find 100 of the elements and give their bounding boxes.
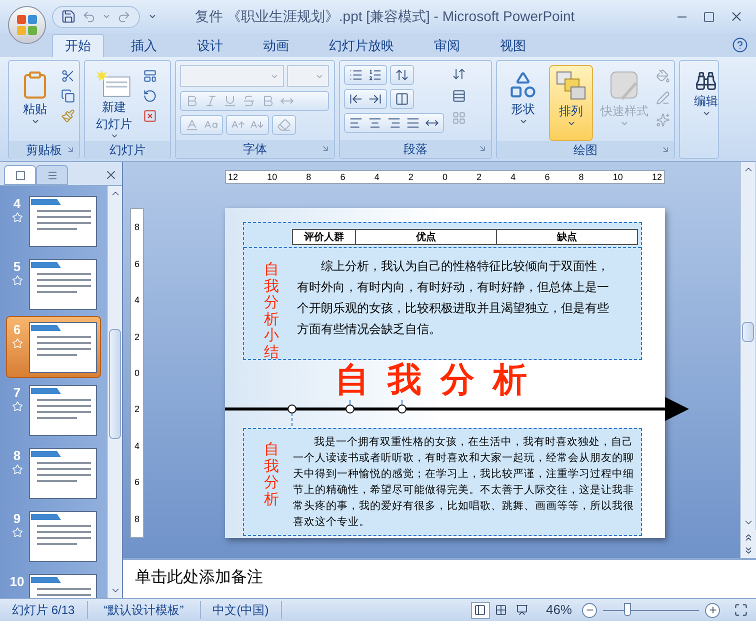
ribbon-tab[interactable]: 动画 bbox=[250, 34, 302, 57]
slide-thumbnail[interactable] bbox=[29, 448, 97, 499]
save-icon[interactable] bbox=[61, 9, 76, 24]
reset-icon[interactable] bbox=[143, 89, 157, 103]
normal-view-icon bbox=[474, 604, 486, 616]
shapes-icon bbox=[508, 70, 538, 100]
slide-thumbnail[interactable] bbox=[29, 511, 97, 562]
slide-thumbnail[interactable] bbox=[29, 385, 97, 436]
text-direction-icon[interactable] bbox=[452, 67, 466, 81]
previous-slide-icon[interactable] bbox=[743, 532, 754, 543]
caret-icon bbox=[702, 109, 710, 118]
ribbon-tab[interactable]: 幻灯片放映 bbox=[316, 34, 407, 57]
line-spacing-icon[interactable] bbox=[395, 68, 409, 82]
close-icon[interactable] bbox=[104, 168, 118, 182]
ruler-number: 8 bbox=[578, 172, 584, 182]
cut-icon[interactable] bbox=[61, 69, 75, 83]
maximize-icon[interactable] bbox=[703, 10, 715, 22]
group-label: 字体 bbox=[243, 141, 267, 158]
caret-icon bbox=[566, 119, 576, 128]
paste-button[interactable]: 粘贴 bbox=[13, 65, 57, 141]
caret-icon bbox=[30, 117, 40, 126]
delete-slide-icon[interactable] bbox=[143, 109, 157, 123]
ruler-number: 6 bbox=[544, 172, 550, 182]
editing-button[interactable]: 编辑 bbox=[684, 65, 728, 141]
ruler-number: 2 bbox=[134, 404, 140, 414]
copy-icon[interactable] bbox=[61, 89, 75, 103]
ribbon-tab[interactable]: 视图 bbox=[487, 34, 539, 57]
scroll-thumb[interactable] bbox=[109, 329, 121, 439]
caret-icon bbox=[102, 12, 111, 21]
numbering-icon[interactable] bbox=[368, 68, 382, 82]
align-left-icon[interactable] bbox=[349, 116, 363, 130]
slide-number: 6 bbox=[13, 322, 21, 338]
arrange-button[interactable]: 排列 bbox=[549, 65, 593, 141]
lines-icon bbox=[46, 170, 58, 180]
align-text-icon[interactable] bbox=[452, 89, 466, 103]
shapes-button[interactable]: 形状 bbox=[501, 65, 545, 141]
ruler-number: 2 bbox=[408, 172, 414, 182]
ruler-number: 2 bbox=[134, 332, 140, 342]
outline-tab[interactable] bbox=[36, 165, 68, 185]
ribbon-tab[interactable]: 开始 bbox=[52, 34, 104, 57]
ruler-number: 10 bbox=[267, 172, 278, 182]
help-icon[interactable] bbox=[732, 37, 748, 53]
dialog-launcher-icon[interactable] bbox=[321, 144, 330, 153]
overlapping-squares-icon bbox=[555, 70, 587, 102]
brush-square-icon bbox=[608, 70, 640, 102]
slide-number: 5 bbox=[13, 259, 21, 275]
scrollbar[interactable] bbox=[740, 162, 755, 530]
side-label: 自我分析 bbox=[264, 442, 279, 510]
slide-thumbnail[interactable] bbox=[29, 322, 97, 373]
dialog-launcher-icon[interactable] bbox=[661, 145, 670, 154]
ruler-number: 10 bbox=[612, 172, 623, 182]
scrollbar[interactable] bbox=[107, 186, 122, 598]
caret-icon bbox=[148, 12, 157, 21]
next-slide-icon[interactable] bbox=[743, 545, 754, 556]
notes-field[interactable]: 单击此处添加备注 bbox=[123, 558, 756, 598]
justify-icon[interactable] bbox=[406, 116, 420, 130]
caret-icon bbox=[110, 132, 118, 140]
new-slide-button[interactable]: 新建 幻灯片 bbox=[89, 65, 139, 141]
columns-icon[interactable] bbox=[395, 92, 409, 106]
ribbon-tab[interactable]: 插入 bbox=[118, 34, 170, 57]
close-icon[interactable] bbox=[729, 9, 744, 24]
language: 中文(中国) bbox=[200, 601, 282, 619]
ribbon-tab[interactable]: 审阅 bbox=[421, 34, 473, 57]
zoom-in-button[interactable] bbox=[705, 602, 720, 618]
align-right-icon[interactable] bbox=[387, 116, 401, 130]
ruler-number: 8 bbox=[306, 172, 312, 182]
slide-thumbnail[interactable] bbox=[29, 196, 97, 247]
ruler-number: 4 bbox=[134, 440, 140, 451]
fit-to-window-icon[interactable] bbox=[734, 603, 748, 617]
caret-icon bbox=[518, 117, 528, 126]
zoom-slider[interactable] bbox=[603, 603, 699, 617]
slide-number: 4 bbox=[13, 196, 21, 212]
slide-thumbnail[interactable] bbox=[29, 259, 97, 310]
scroll-thumb[interactable] bbox=[742, 322, 754, 342]
slide-number: 8 bbox=[13, 448, 21, 464]
window-title: 复件 《职业生涯规划》.ppt [兼容模式] - Microsoft PowerPoint bbox=[195, 7, 575, 26]
align-center-icon[interactable] bbox=[368, 116, 382, 130]
zoom-reading: 46% bbox=[546, 601, 572, 620]
slide-number: 7 bbox=[13, 385, 21, 401]
theme-name: “默认设计模板” bbox=[88, 601, 201, 619]
normal-view-button[interactable] bbox=[470, 602, 490, 618]
ruler-number: 6 bbox=[134, 477, 140, 488]
ribbon-tab[interactable]: 设计 bbox=[184, 34, 236, 57]
layout-icon[interactable] bbox=[143, 69, 157, 83]
plus-icon bbox=[708, 605, 718, 615]
slide-number: 10 bbox=[10, 574, 24, 590]
ruler-number: 4 bbox=[134, 295, 140, 306]
decrease-indent-icon[interactable] bbox=[349, 92, 363, 106]
dialog-launcher-icon[interactable] bbox=[66, 145, 75, 154]
dialog-launcher-icon[interactable] bbox=[478, 144, 487, 153]
ruler-number: 8 bbox=[134, 222, 140, 232]
slide-title: 自我分析 bbox=[335, 361, 546, 399]
slides-tab[interactable] bbox=[4, 165, 36, 185]
slideshow-view-icon bbox=[516, 604, 528, 616]
office-logo-icon bbox=[16, 14, 38, 36]
zoom-out-button[interactable] bbox=[582, 602, 597, 618]
summary-paragraph: 综上分析，我认为自己的性格特征比较倾向于双面性，有时外向，有时内向，有时好动，有时好静，但总体上是一个开朗乐观的女孩，比较积极进取并且渴望独立，但是有些方面有些情况会缺乏自信。 bbox=[297, 258, 610, 338]
increase-indent-icon[interactable] bbox=[368, 92, 382, 106]
ruler-number: 0 bbox=[442, 172, 448, 182]
slider-thumb[interactable] bbox=[624, 603, 631, 616]
